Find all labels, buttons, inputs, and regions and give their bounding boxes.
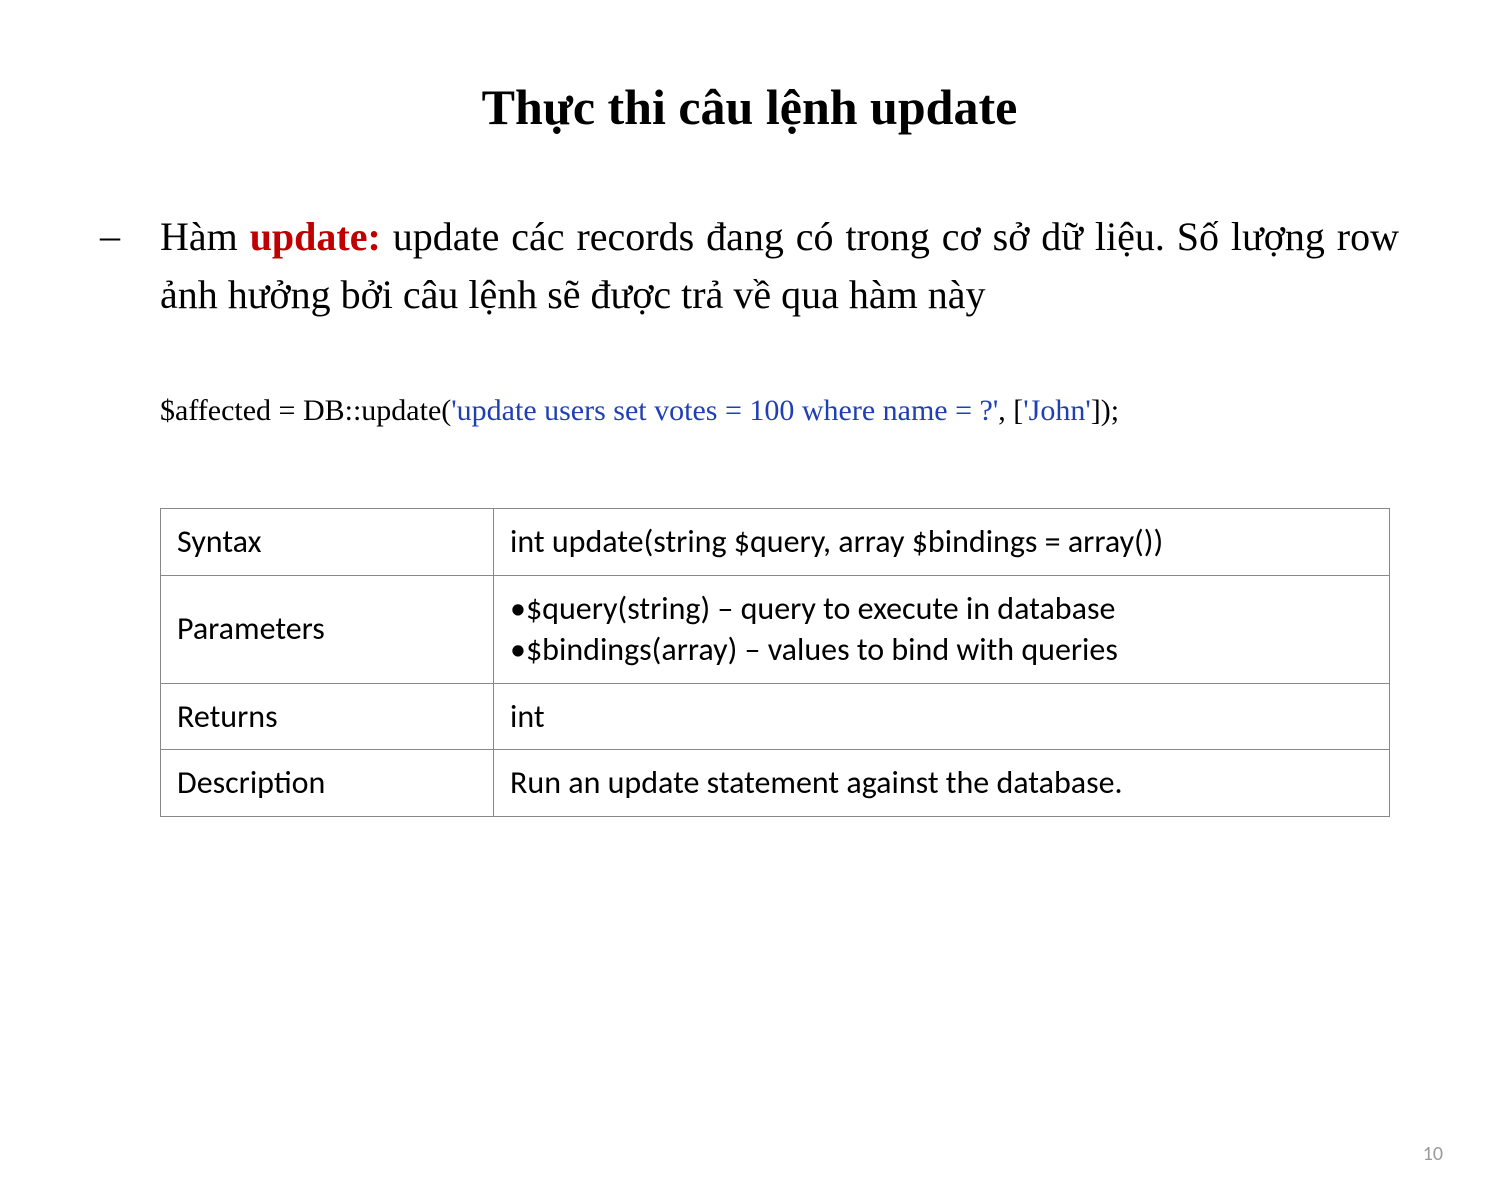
bullet-dash: – — [100, 208, 160, 264]
cell-value: int update(string $query, array $binding… — [494, 509, 1390, 576]
table-row: Description Run an update statement agai… — [161, 750, 1390, 817]
code-seg-2: 'update users set votes = 100 where name… — [451, 394, 998, 427]
cell-label: Syntax — [161, 509, 494, 576]
cell-value: Run an update statement against the data… — [494, 750, 1390, 817]
cell-label: Description — [161, 750, 494, 817]
code-seg-4: 'John' — [1023, 394, 1091, 427]
cell-label: Returns — [161, 683, 494, 750]
table-row: Returns int — [161, 683, 1390, 750]
code-seg-5: ]); — [1091, 394, 1119, 427]
slide-title: Thực thi câu lệnh update — [0, 78, 1499, 136]
bullet-prefix: Hàm — [160, 214, 250, 259]
spec-table: Syntax int update(string $query, array $… — [160, 508, 1390, 817]
code-seg-3: , [ — [998, 394, 1023, 427]
bullet-keyword: update: — [250, 214, 381, 259]
bullet-text: Hàm update: update các records đang có t… — [160, 208, 1399, 324]
code-seg-1: $affected = DB::update( — [160, 394, 451, 427]
bullet-item: – Hàm update: update các records đang có… — [100, 208, 1399, 324]
page-number: 10 — [1423, 1142, 1443, 1166]
cell-value: •$query(string) – query to execute in da… — [494, 575, 1390, 683]
cell-value: int — [494, 683, 1390, 750]
cell-label: Parameters — [161, 575, 494, 683]
slide: Thực thi câu lệnh update – Hàm update: u… — [0, 78, 1499, 1202]
code-example: $affected = DB::update('update users set… — [160, 394, 1399, 428]
slide-body: – Hàm update: update các records đang có… — [100, 208, 1399, 817]
table-row: Syntax int update(string $query, array $… — [161, 509, 1390, 576]
table-row: Parameters •$query(string) – query to ex… — [161, 575, 1390, 683]
